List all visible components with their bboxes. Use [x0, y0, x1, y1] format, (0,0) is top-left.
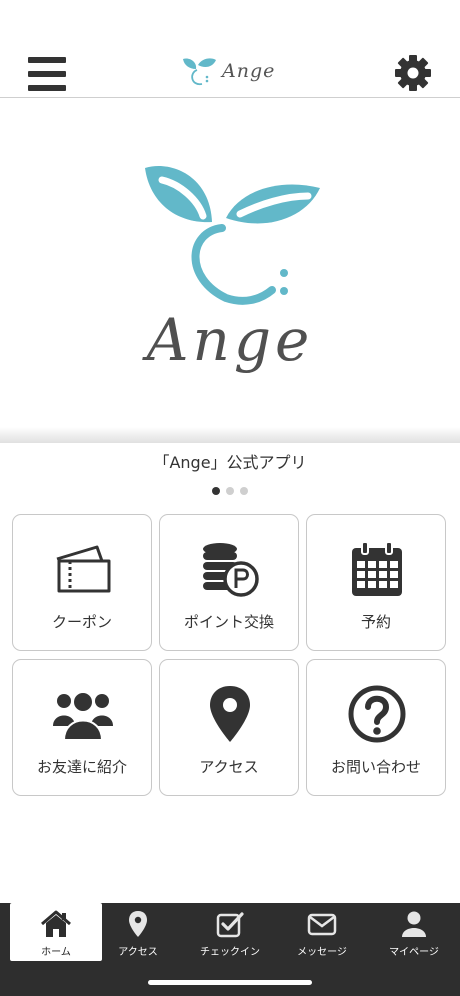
tile-coupon[interactable]: クーポン [12, 514, 152, 651]
leaf-logo-icon [145, 165, 320, 305]
tab-label: メッセージ [297, 947, 347, 958]
tile-refer-friend[interactable]: お友達に紹介 [12, 659, 152, 796]
carousel-dot[interactable] [212, 487, 220, 495]
tile-label: アクセス [199, 758, 259, 776]
tab-label: ホーム [41, 947, 71, 958]
mail-icon [307, 913, 337, 936]
map-pin-icon [210, 686, 250, 742]
home-icon [41, 910, 71, 937]
tab-label: マイページ [389, 947, 439, 958]
carousel-dot[interactable] [226, 487, 234, 495]
app-header: Ange [0, 0, 460, 98]
carousel-dot[interactable] [240, 487, 248, 495]
tile-access[interactable]: アクセス [159, 659, 299, 796]
hamburger-icon[interactable] [28, 57, 66, 91]
tab-label: チェックイン [200, 947, 260, 958]
tab-messages[interactable]: メッセージ [276, 903, 368, 961]
hero-logo-word: Ange [146, 306, 314, 374]
header-logo-text: Ange [222, 60, 276, 82]
tile-label: 予約 [360, 613, 391, 631]
hero-divider [0, 427, 460, 443]
tile-label: お問い合わせ [330, 758, 421, 776]
user-icon [402, 911, 426, 937]
banner-caption: 「Ange」公式アプリ [153, 453, 307, 472]
tab-label: アクセス [118, 947, 158, 958]
tile-reservation[interactable]: 予約 [306, 514, 446, 651]
tab-checkin[interactable]: チェックイン [184, 903, 276, 961]
tile-point-exchange[interactable]: ポイント交換 [159, 514, 299, 651]
gear-icon[interactable] [394, 54, 432, 92]
calendar-icon [352, 541, 402, 596]
tab-home[interactable]: ホーム [10, 903, 102, 961]
coins-icon [203, 543, 259, 597]
tab-mypage[interactable]: マイページ [368, 903, 460, 961]
carousel-dots[interactable] [0, 480, 460, 499]
question-icon [348, 685, 406, 743]
map-pin-icon [129, 911, 147, 937]
home-indicator [148, 980, 312, 985]
checkbox-icon [216, 912, 244, 938]
header-logo: Ange [180, 54, 280, 92]
tile-label: クーポン [51, 613, 112, 631]
tile-label: ポイント交換 [183, 613, 274, 631]
tile-contact[interactable]: お問い合わせ [306, 659, 446, 796]
ticket-icon [56, 545, 111, 593]
people-icon [53, 691, 113, 741]
tile-label: お友達に紹介 [36, 758, 127, 776]
tab-access[interactable]: アクセス [92, 903, 184, 961]
leaf-logo-icon [183, 58, 216, 85]
